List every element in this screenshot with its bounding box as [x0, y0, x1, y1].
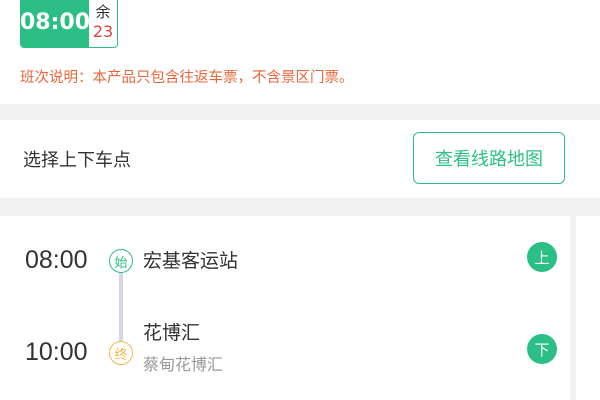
remaining-count: 23	[92, 22, 114, 41]
schedule-notice: 班次说明：本产品只包含往返车票，不含景区门票。	[20, 70, 354, 86]
view-route-map-button[interactable]: 查看线路地图	[413, 132, 565, 184]
stops-header-card: 选择上下车点 查看线路地图	[5, 120, 576, 198]
departure-time: 08:00	[21, 0, 90, 47]
remaining-seats: 余 23	[89, 0, 117, 47]
select-stops-title: 选择上下车点	[23, 150, 131, 171]
boarding-stop-name: 宏基客运站	[143, 250, 239, 272]
remaining-label: 余	[95, 3, 111, 21]
section-divider	[0, 198, 600, 216]
end-marker-icon: 终	[109, 341, 133, 365]
route-line	[119, 273, 123, 341]
schedule-time-chip[interactable]: 08:00 余 23	[20, 0, 118, 48]
alighting-stop-detail: 蔡甸花博汇	[143, 355, 224, 374]
alight-button[interactable]: 下	[527, 334, 557, 364]
alighting-stop-name: 花博汇	[143, 322, 201, 344]
start-marker-icon: 始	[109, 249, 133, 273]
section-divider	[0, 104, 600, 120]
board-button[interactable]: 上	[527, 242, 557, 272]
boarding-time: 08:00	[25, 246, 88, 274]
stops-list-card: 08:00 始 宏基客运站 上 10:00 终 花博汇 蔡甸花博汇 下	[5, 216, 576, 400]
alighting-time: 10:00	[25, 338, 88, 366]
